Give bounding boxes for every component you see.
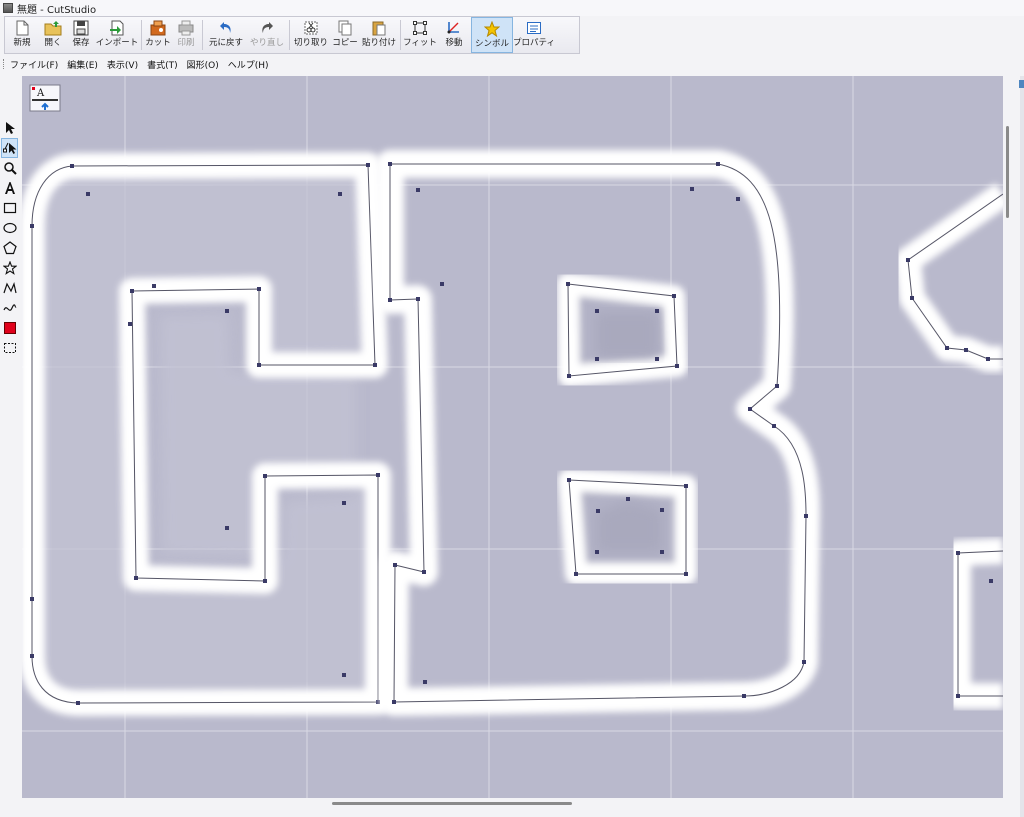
cut-button[interactable]: カット xyxy=(144,17,172,53)
undo-icon xyxy=(217,19,235,37)
letter-b-nodes xyxy=(388,162,808,704)
letter-c-shape[interactable] xyxy=(22,152,391,716)
title-bar: 無題 - CutStudio xyxy=(0,0,1024,16)
redo-button[interactable]: やり直し xyxy=(247,17,287,53)
save-disk-icon xyxy=(72,19,90,37)
undo-button[interactable]: 元に戻す xyxy=(205,17,247,53)
menu-file[interactable]: ファイル(F) xyxy=(10,58,58,71)
menu-view[interactable]: 表示(V) xyxy=(107,58,138,71)
toolbar-separator xyxy=(289,20,290,50)
right-panel-strip xyxy=(1020,76,1024,817)
cut-icon xyxy=(149,19,167,37)
print-button[interactable]: 印刷 xyxy=(172,17,200,53)
copy-icon xyxy=(336,19,354,37)
move-icon xyxy=(445,19,463,37)
import-button[interactable]: インポート xyxy=(95,17,139,53)
paste-button[interactable]: 貼り付け xyxy=(360,17,398,53)
print-icon xyxy=(177,19,195,37)
new-document-icon xyxy=(13,19,31,37)
right-panel-tab[interactable] xyxy=(1019,80,1024,88)
color-swatch-icon xyxy=(3,322,16,334)
select-tool[interactable] xyxy=(1,118,18,138)
menu-bar: ファイル(F) 編集(E) 表示(V) 書式(T) 図形(O) ヘルプ(H) xyxy=(0,56,1020,72)
color-tool[interactable] xyxy=(1,318,18,338)
polygon-tool-icon xyxy=(2,241,17,255)
zoom-icon xyxy=(3,162,17,175)
menu-shape[interactable]: 図形(O) xyxy=(187,58,219,71)
symbol-button[interactable]: シンボル xyxy=(471,17,513,53)
star-icon xyxy=(483,20,501,38)
copy-button[interactable]: コピー xyxy=(330,17,360,53)
fit-button[interactable]: フィット xyxy=(403,17,437,53)
open-button[interactable]: 開く xyxy=(39,17,67,53)
canvas-svg xyxy=(22,76,1003,798)
marquee-tool-icon xyxy=(3,343,16,353)
new-button[interactable]: 新規 xyxy=(5,17,39,53)
polygon-tool[interactable] xyxy=(1,238,18,258)
app-icon xyxy=(3,3,13,13)
select-arrow-icon xyxy=(5,122,15,134)
text-tool[interactable] xyxy=(1,178,18,198)
rectangle-tool-icon xyxy=(3,202,16,214)
letter-b-shape[interactable] xyxy=(376,150,820,716)
main-toolbar: 新規 開く 保存 インポート カット 印刷 元に戻す やり直し 切り取り コピー xyxy=(4,16,580,54)
curve-tool-icon xyxy=(2,304,17,311)
redo-icon xyxy=(258,19,276,37)
node-edit-tool[interactable] xyxy=(1,138,18,158)
paste-icon xyxy=(370,19,388,37)
open-folder-icon xyxy=(44,19,62,37)
text-tool-icon xyxy=(4,182,15,194)
import-icon xyxy=(108,19,126,37)
drawing-canvas[interactable] xyxy=(22,76,1003,798)
vertical-scroll-thumb[interactable] xyxy=(1006,126,1009,218)
letter-partial-shape[interactable] xyxy=(895,183,1003,709)
menu-format[interactable]: 書式(T) xyxy=(147,58,178,71)
curve-tool[interactable] xyxy=(1,298,18,318)
polyline-tool-icon xyxy=(2,282,17,294)
ellipse-tool-icon xyxy=(2,222,17,234)
polyline-tool[interactable] xyxy=(1,278,18,298)
cut-edit-button[interactable]: 切り取り xyxy=(292,17,330,53)
toolbar-separator xyxy=(400,20,401,50)
orientation-badge[interactable]: A xyxy=(29,84,61,112)
properties-button[interactable]: プロパティ xyxy=(513,17,555,53)
rectangle-tool[interactable] xyxy=(1,198,18,218)
horizontal-scroll-thumb[interactable] xyxy=(332,802,572,805)
fit-icon xyxy=(411,19,429,37)
menu-grip xyxy=(3,59,6,69)
marquee-tool[interactable] xyxy=(1,338,18,358)
move-button[interactable]: 移動 xyxy=(437,17,471,53)
orientation-letter: A xyxy=(36,88,45,99)
ellipse-tool[interactable] xyxy=(1,218,18,238)
zoom-tool[interactable] xyxy=(1,158,18,178)
menu-edit[interactable]: 編集(E) xyxy=(67,58,98,71)
horizontal-scrollbar[interactable] xyxy=(22,798,1003,815)
tool-palette xyxy=(0,114,20,380)
menu-help[interactable]: ヘルプ(H) xyxy=(228,58,269,71)
window-title: 無題 - CutStudio xyxy=(17,4,97,16)
media-orientation-icon: A xyxy=(29,84,61,112)
toolbar-separator xyxy=(141,20,142,50)
node-edit-icon xyxy=(2,142,16,154)
toolbar-separator xyxy=(202,20,203,50)
scissors-icon xyxy=(302,19,320,37)
save-button[interactable]: 保存 xyxy=(67,17,95,53)
properties-icon xyxy=(525,19,543,37)
star-tool-icon xyxy=(2,261,17,275)
star-tool[interactable] xyxy=(1,258,18,278)
